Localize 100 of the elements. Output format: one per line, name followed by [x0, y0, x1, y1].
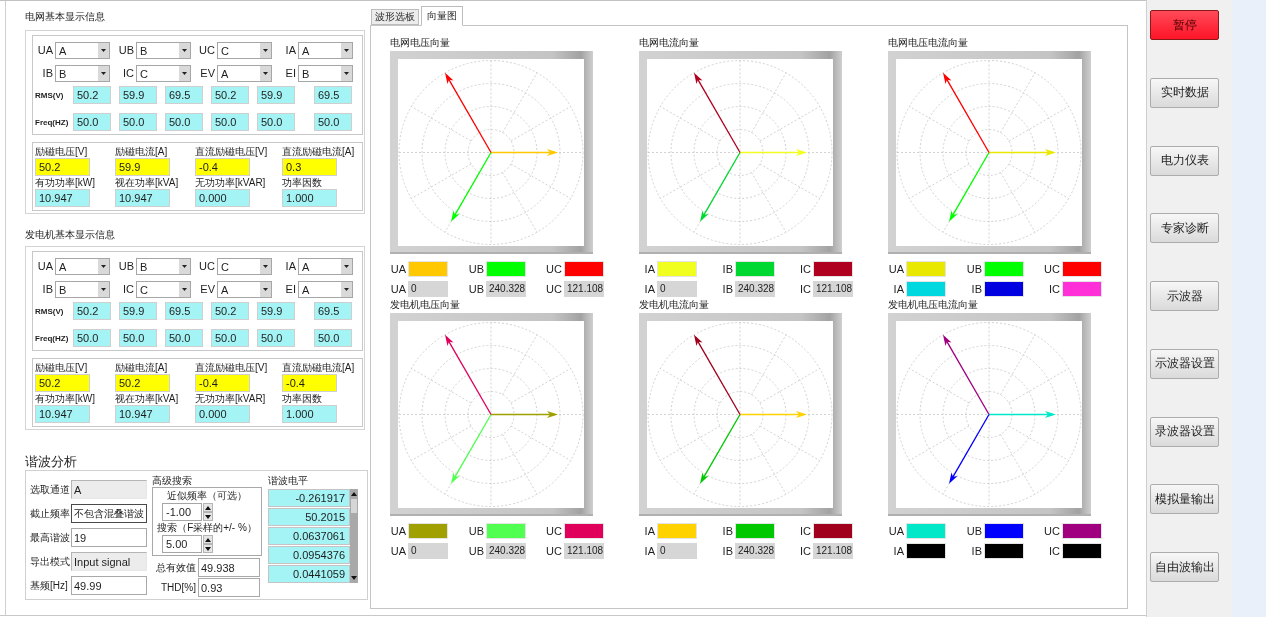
- caret-up-icon: [205, 505, 211, 510]
- value-display: 50.0: [211, 329, 249, 347]
- caret-down-icon: [260, 66, 271, 81]
- scrollbar[interactable]: [350, 489, 358, 583]
- value-display: 59.9: [119, 86, 157, 104]
- field-label: 无功功率[kVAR]: [195, 177, 266, 189]
- legend-label: IC: [799, 524, 811, 538]
- caret-down-icon: [179, 282, 190, 297]
- section-title: 电网基本显示信息: [25, 11, 105, 23]
- caret-down-icon: [205, 514, 211, 519]
- legend-label: IB: [721, 524, 733, 538]
- dropdown[interactable]: A: [298, 281, 353, 298]
- input-field[interactable]: 0.93: [198, 578, 260, 597]
- sidebar-button[interactable]: 录波器设置: [1150, 416, 1219, 447]
- level-value: 0.0954376: [268, 546, 350, 564]
- input-field[interactable]: 49.99: [71, 576, 147, 595]
- sidebar-button[interactable]: 示波器: [1150, 281, 1219, 311]
- dropdown[interactable]: A: [298, 42, 353, 59]
- value-readout: 121.108: [813, 543, 853, 559]
- field-label: 励磁电流[A]: [115, 146, 168, 158]
- dropdown[interactable]: C: [217, 42, 272, 59]
- number-input[interactable]: -1.00: [162, 503, 202, 521]
- caret-down-icon: [260, 43, 271, 58]
- dropdown[interactable]: B: [136, 258, 191, 275]
- spin-down-button[interactable]: [203, 512, 213, 521]
- dropdown[interactable]: A: [55, 258, 110, 275]
- value-readout: 121.108: [813, 281, 853, 297]
- spin-down-button[interactable]: [203, 544, 213, 553]
- field-label: 选取通道: [30, 482, 71, 497]
- tab[interactable]: 向量图: [421, 6, 463, 26]
- sidebar-button[interactable]: 专家诊断: [1150, 213, 1219, 244]
- dropdown[interactable]: A: [217, 281, 272, 298]
- legend-label: UB: [966, 524, 982, 538]
- sidebar-button[interactable]: 模拟量输出: [1150, 484, 1219, 515]
- value-display: 50.2: [73, 86, 111, 104]
- legend-label: IC: [799, 262, 811, 276]
- sidebar-button[interactable]: 示波器设置: [1150, 348, 1219, 379]
- legend-label: IB: [970, 544, 982, 558]
- legend-label: UA: [390, 262, 406, 276]
- sidebar-button[interactable]: 自由波输出: [1150, 552, 1219, 582]
- level-value: 0.0637061: [268, 527, 350, 545]
- field-label: 有功功率[kW]: [35, 393, 95, 405]
- value-display: 69.5: [165, 302, 203, 320]
- legend-label: UC: [1044, 524, 1060, 538]
- spin-up-button[interactable]: [203, 535, 213, 544]
- value-display: 59.9: [115, 158, 170, 176]
- field-label: 视在功率[kVA]: [115, 177, 179, 189]
- field-label: 励磁电压[V]: [35, 146, 88, 158]
- legend-label: UA: [390, 282, 406, 296]
- dropdown[interactable]: B: [55, 281, 110, 298]
- row-label: Freq(HZ): [35, 333, 69, 343]
- legend-label: IA: [643, 282, 655, 296]
- legend-label: UB: [468, 282, 484, 296]
- field-label: 直流励磁电流[A]: [282, 362, 355, 374]
- dropdown[interactable]: B: [55, 65, 110, 82]
- value-display: 1.000: [282, 405, 337, 423]
- legend-label: IA: [643, 262, 655, 276]
- row-label: RMS(V): [35, 90, 65, 100]
- field-label: 功率因数: [282, 177, 322, 189]
- legend-label: IB: [721, 262, 733, 276]
- caret-down-icon: [341, 43, 352, 58]
- dropdown[interactable]: C: [136, 65, 191, 82]
- tab[interactable]: 波形选板: [371, 9, 419, 25]
- dropdown[interactable]: A: [217, 65, 272, 82]
- value-display: 50.0: [257, 329, 295, 347]
- field-label: UA: [36, 44, 53, 57]
- sidebar-button[interactable]: 暂停: [1150, 10, 1219, 40]
- field-label: IA: [284, 260, 296, 273]
- caret-down-icon: [341, 259, 352, 274]
- dropdown[interactable]: C: [217, 258, 272, 275]
- row-label: RMS(V): [35, 306, 65, 316]
- scrollbar-thumb[interactable]: [351, 499, 357, 513]
- value-display: 10.947: [35, 189, 90, 207]
- input-field[interactable]: 19: [71, 528, 147, 547]
- dropdown[interactable]: B: [298, 65, 353, 82]
- value-display: -0.4: [282, 374, 337, 392]
- dropdown[interactable]: A: [298, 258, 353, 275]
- value-readout: 121.108: [564, 543, 604, 559]
- sidebar-button[interactable]: 实时数据: [1150, 77, 1219, 108]
- dropdown[interactable]: C: [136, 281, 191, 298]
- caret-down-icon: [341, 66, 352, 81]
- number-input[interactable]: 5.00: [162, 535, 202, 553]
- input-field[interactable]: 49.938: [198, 558, 260, 577]
- value-display: 50.2: [115, 374, 170, 392]
- caret-down-icon: [341, 282, 352, 297]
- dropdown[interactable]: B: [136, 42, 191, 59]
- field-label: 视在功率[kVA]: [115, 393, 179, 405]
- legend-label: IB: [721, 282, 733, 296]
- sidebar-button[interactable]: 电力仪表: [1150, 145, 1219, 176]
- selector-field[interactable]: 不包含混叠谐波: [71, 504, 147, 523]
- field-label: THD[%]: [160, 582, 196, 593]
- value-display: 50.0: [73, 329, 111, 347]
- legend-label: IC: [799, 282, 811, 296]
- dropdown[interactable]: A: [55, 42, 110, 59]
- field-label: 励磁电流[A]: [115, 362, 168, 374]
- spin-up-button[interactable]: [203, 503, 213, 512]
- value-display: 59.9: [257, 86, 295, 104]
- legend-label: UC: [546, 524, 562, 538]
- value-display: 69.5: [165, 86, 203, 104]
- field-label: 最高谐波: [30, 530, 71, 545]
